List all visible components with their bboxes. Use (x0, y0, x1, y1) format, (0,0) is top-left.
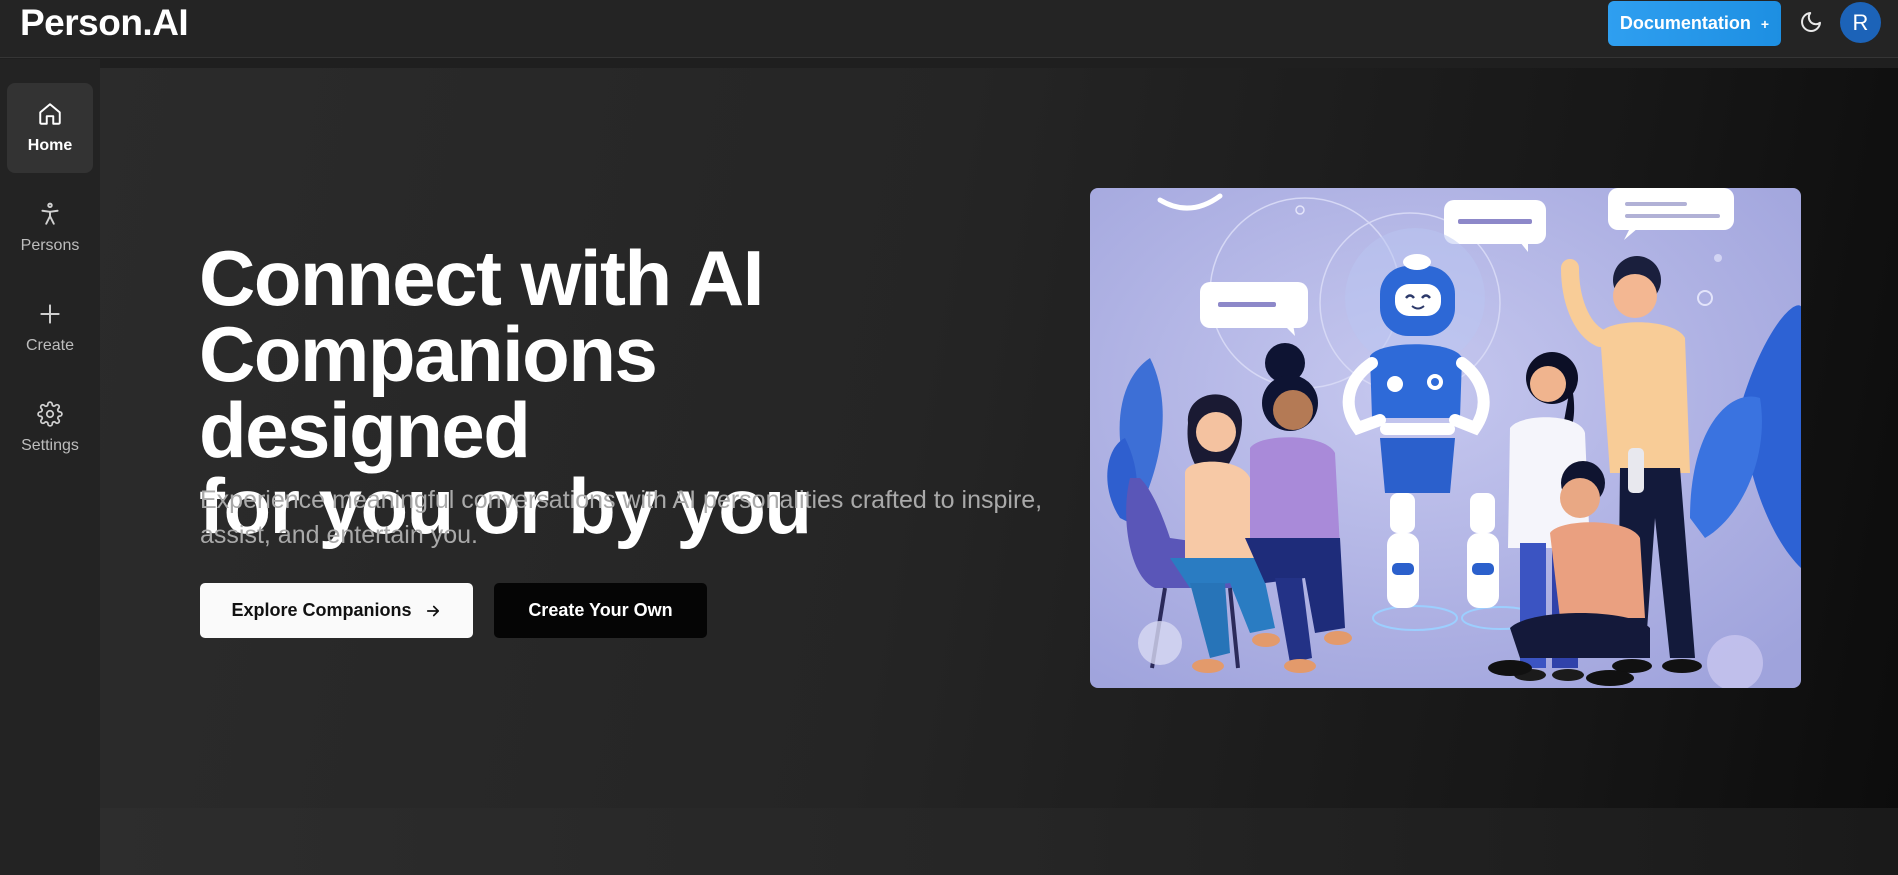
sidebar: Home Persons Create Settings (0, 59, 100, 875)
speech-bubble-icon (1200, 282, 1308, 336)
sidebar-item-label: Settings (21, 437, 79, 454)
explore-label: Explore Companions (231, 600, 412, 620)
documentation-button[interactable]: Documentation + (1608, 1, 1781, 46)
sidebar-item-settings[interactable]: Settings (7, 383, 93, 473)
brand-logo[interactable]: Person.AI (20, 2, 189, 44)
sidebar-item-label: Persons (20, 237, 80, 254)
documentation-label: Documentation (1619, 13, 1751, 33)
headline-line: Companions designed (199, 310, 658, 474)
sidebar-item-create[interactable]: Create (7, 283, 93, 373)
plus-icon: + (1760, 15, 1770, 32)
arrow-right-icon (426, 605, 439, 616)
headline-line: Connect with AI (199, 234, 764, 322)
home-icon (39, 103, 61, 125)
top-bar: Person.AI Documentation + R (0, 0, 1898, 58)
moon-icon[interactable] (1799, 10, 1823, 34)
sidebar-item-label: Home (27, 137, 73, 154)
sidebar-item-home[interactable]: Home (7, 83, 93, 173)
user-avatar[interactable]: R (1840, 2, 1881, 43)
gear-icon (37, 401, 63, 427)
create-label: Create Your Own (528, 600, 673, 620)
hero-subtext: Experience meaningful conversations with… (200, 486, 1043, 549)
main-footer-band (100, 808, 1898, 875)
create-your-own-button[interactable]: Create Your Own (494, 583, 707, 638)
hero-illustration (1090, 188, 1801, 688)
sidebar-item-label: Create (25, 337, 75, 354)
plus-icon (40, 304, 60, 324)
person-icon (41, 202, 59, 225)
sidebar-item-persons[interactable]: Persons (7, 183, 93, 273)
explore-companions-button[interactable]: Explore Companions (200, 583, 473, 638)
